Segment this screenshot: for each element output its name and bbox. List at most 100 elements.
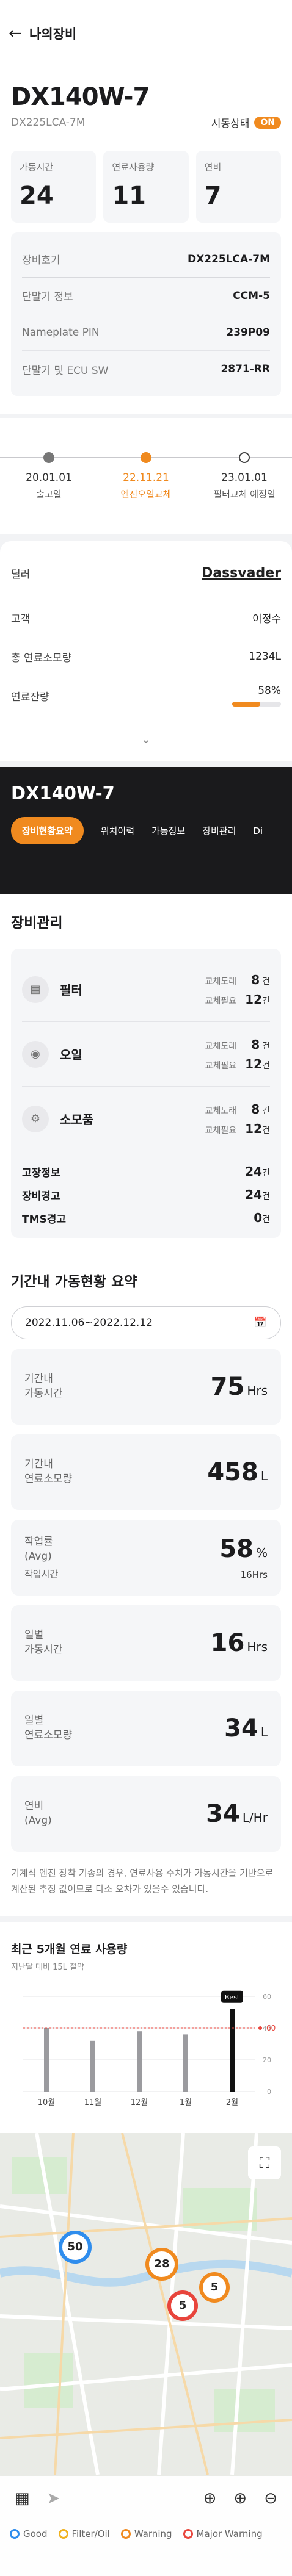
- unit: 건: [262, 1125, 270, 1135]
- legend-filter-icon: [58, 2528, 68, 2539]
- target-icon[interactable]: ⊕: [203, 2489, 217, 2508]
- stat-card-efficiency: 연비 7: [195, 151, 281, 223]
- card-label: 일별 연료소모량: [24, 1714, 73, 1741]
- maintenance-timeline: 20.01.01 출고일 22.11.21 엔진오일교체 23.01.01 필터…: [0, 418, 292, 534]
- card-unit: L/Hr: [242, 1810, 268, 1825]
- bar: [183, 2034, 188, 2092]
- card-label: 작업률 (Avg): [24, 1535, 53, 1563]
- map-cluster-major-warning[interactable]: 5: [167, 2290, 198, 2321]
- legend-item: Filter/Oil: [58, 2528, 110, 2539]
- alert-value: 0: [254, 1211, 263, 1225]
- zoom-in-icon[interactable]: ⊕: [233, 2489, 247, 2508]
- card-label: 일별 가동시간: [24, 1629, 63, 1656]
- management-row-parts[interactable]: ⚙ 소모품 교체도래 8 건 교체필요 12 건: [22, 1087, 270, 1151]
- stat-card-runtime: 가동시간 24: [11, 151, 97, 223]
- filter-icon: ▤: [22, 976, 49, 1003]
- equipment-model: DX140W-7: [11, 83, 150, 111]
- management-card: ▤ 필터 교체도래 8 건 교체필요 12 건 ◉ 오일 교체도래 8 건 교체필요 12 건 …: [11, 949, 281, 1238]
- back-arrow-icon[interactable]: ←: [9, 24, 27, 43]
- alert-key: 고장정보: [22, 1167, 60, 1179]
- card-unit: L: [260, 1469, 268, 1483]
- date-range-picker[interactable]: 2022.11.06~2022.12.12 📅: [11, 1306, 281, 1339]
- card-value: 34: [206, 1800, 240, 1828]
- equipment-map[interactable]: 50 28 5 5 ⛶ ▦ ➤ ⊕ ⊕ ⊖ Good Filter/Oil Wa…: [0, 2132, 292, 2576]
- summary-title: 기간내 가동현황 요약: [11, 1274, 137, 1290]
- map-cluster-warning[interactable]: 5: [199, 2272, 230, 2303]
- chevron-down-icon[interactable]: ⌄: [141, 732, 151, 746]
- tab-equipment-management[interactable]: 장비관리: [202, 824, 236, 837]
- summary-card-daily-fuel: 일별 연료소모량 34 L: [11, 1691, 281, 1766]
- timeline-date: 22.11.21: [123, 472, 169, 484]
- management-section: 장비관리 ▤ 필터 교체도래 8 건 교체필요 12 건 ◉ 오일 교체도래 8 건 교체필…: [0, 894, 292, 1916]
- zoom-out-icon[interactable]: ⊖: [264, 2489, 277, 2508]
- fuel-level-key: 연료잔량: [11, 691, 49, 703]
- card-value: 75: [210, 1373, 245, 1401]
- alert-row-tms[interactable]: TMS경고 0건: [22, 1206, 270, 1229]
- alert-row-fault[interactable]: 고장정보 24건: [22, 1160, 270, 1183]
- dealer-panel: 딜러 Dassvader 고객 이정수 총 연료소모량 1234L 연료잔량 5…: [0, 541, 292, 761]
- map-cluster-warning[interactable]: 28: [145, 2247, 178, 2281]
- location-off-icon[interactable]: ➤: [47, 2489, 60, 2508]
- stat-label: 가동시간: [20, 162, 54, 173]
- timeline-dot-icon: [239, 452, 250, 463]
- alert-row-warning[interactable]: 장비경고 24건: [22, 1183, 270, 1206]
- timeline-item-oil-change: 22.11.21 엔진오일교체: [97, 452, 195, 500]
- bar: [90, 2040, 95, 2092]
- x-tick-label: 10월: [38, 2098, 56, 2107]
- stat-label: 연비: [204, 162, 222, 173]
- summary-card-fuel: 기간내 연료소모량 458 L: [11, 1434, 281, 1510]
- alert-unit: 건: [262, 1168, 270, 1178]
- stat-value: 24: [20, 182, 54, 210]
- info-value: 239P09: [226, 326, 270, 339]
- info-row: 단말기 정보 CCM-5: [22, 278, 270, 314]
- app-header: ← 나의장비: [0, 0, 292, 67]
- alert-unit: 건: [262, 1192, 270, 1201]
- dealer-link[interactable]: Dassvader: [202, 566, 281, 581]
- replace-warn-label: 교체도래: [205, 1106, 237, 1116]
- total-fuel-value: 1234L: [249, 650, 281, 663]
- replace-warn-count: 8: [251, 1101, 260, 1117]
- stat-value: 11: [112, 182, 146, 210]
- tab-summary[interactable]: 장비현황요약: [11, 817, 84, 844]
- customer-key: 고객: [11, 613, 31, 625]
- fullscreen-icon[interactable]: ⛶: [248, 2146, 281, 2179]
- calendar-icon: 📅: [254, 1317, 267, 1329]
- management-row-filter[interactable]: ▤ 필터 교체도래 8 건 교체필요 12 건: [22, 957, 270, 1022]
- management-name: 소모품: [60, 1112, 94, 1127]
- management-name: 필터: [60, 983, 82, 998]
- tab-diagnostics[interactable]: Di: [253, 826, 263, 836]
- card-unit: Hrs: [247, 1639, 268, 1654]
- card-unit: L: [260, 1725, 268, 1740]
- map-icon[interactable]: ▦: [15, 2489, 30, 2508]
- tab-location-history[interactable]: 위치이력: [101, 824, 134, 837]
- summary-card-runtime: 기간내 가동시간 75 Hrs: [11, 1349, 281, 1425]
- x-tick-label: 2월: [226, 2098, 238, 2107]
- equipment-info-list: 장비호기 DX225LCA-7M 단말기 정보 CCM-5 Nameplate PI…: [11, 232, 281, 396]
- tab-operation-info[interactable]: 가동정보: [151, 824, 185, 837]
- fuel-level-value: 58%: [258, 685, 281, 697]
- alert-key: 장비경고: [22, 1190, 60, 1203]
- legend-label: Warning: [134, 2528, 172, 2539]
- parts-icon: ⚙: [22, 1105, 49, 1132]
- estimate-note: 기계식 엔진 장착 기종의 경우, 연료사용 수치가 가동시간을 기반으로 계산…: [11, 1868, 274, 1895]
- map-cluster-good[interactable]: 50: [59, 2230, 92, 2264]
- unit: 건: [262, 1106, 270, 1116]
- chart-title: 최근 5개월 연료 사용량: [11, 1942, 128, 1956]
- x-tick-label: 1월: [180, 2098, 192, 2107]
- replace-warn-label: 교체도래: [205, 976, 237, 987]
- unit: 건: [262, 996, 270, 1006]
- timeline-item-shipped: 20.01.01 출고일: [0, 452, 98, 500]
- info-row: 단말기 및 ECU SW 2871-RR: [22, 351, 270, 387]
- unit: 건: [262, 976, 270, 987]
- card-value: 16: [210, 1629, 245, 1657]
- equipment-overview: DX140W-7 DX225LCA-7M 시동상태 ON 가동시간 24 연료사…: [0, 67, 292, 414]
- stat-cards: 가동시간 24 연료사용량 11 연비 7: [11, 151, 281, 223]
- timeline-item-filter-due: 23.01.01 필터교체 예정일: [195, 452, 292, 500]
- card-value: 458: [207, 1458, 258, 1486]
- alert-unit: 건: [262, 1215, 270, 1225]
- alert-value: 24: [245, 1187, 263, 1202]
- timeline-date: 23.01.01: [221, 472, 268, 484]
- reference-dot: [258, 2026, 262, 2030]
- management-row-oil[interactable]: ◉ 오일 교체도래 8 건 교체필요 12 건: [22, 1022, 270, 1087]
- summary-card-daily-runtime: 일별 가동시간 16 Hrs: [11, 1605, 281, 1681]
